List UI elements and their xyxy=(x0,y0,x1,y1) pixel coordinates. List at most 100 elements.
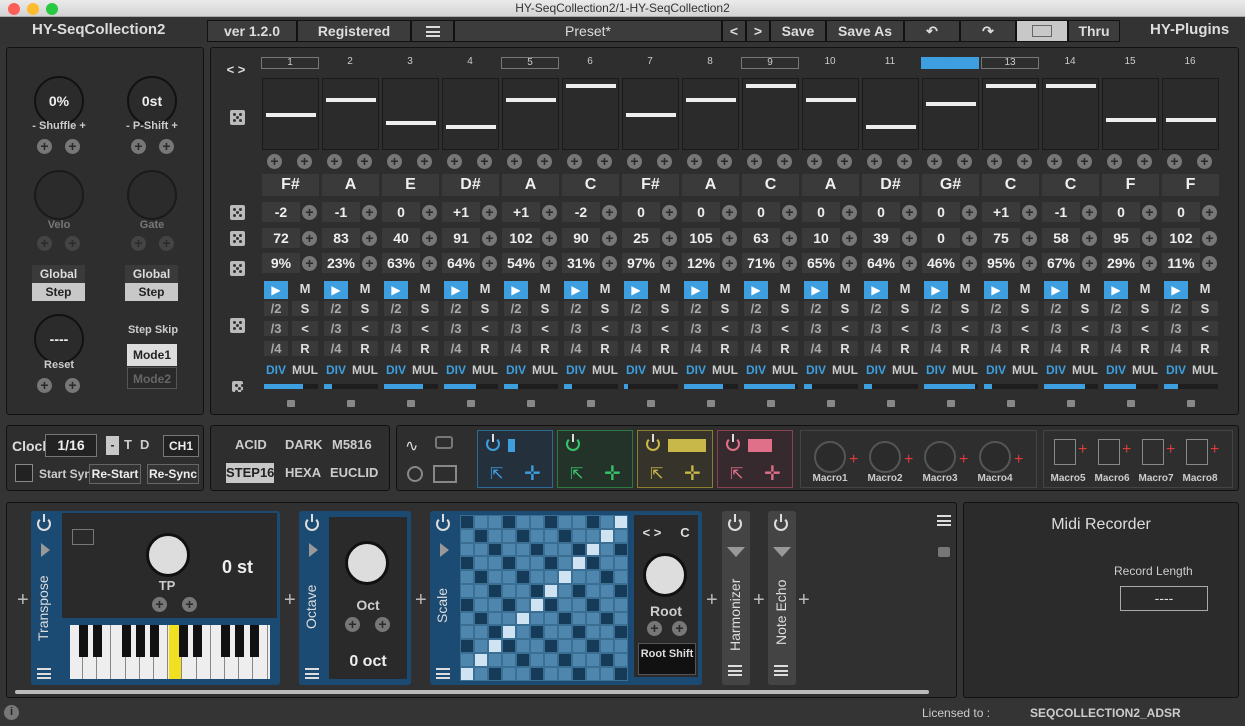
scale-cell[interactable] xyxy=(503,543,515,556)
module-menu-icon[interactable] xyxy=(728,665,742,676)
step-mode-button[interactable]: < xyxy=(712,321,738,336)
scale-cell[interactable] xyxy=(601,667,613,680)
add-mod-button[interactable]: + xyxy=(65,378,80,393)
step-mode-button[interactable]: R xyxy=(1192,341,1218,356)
scale-cell[interactable] xyxy=(601,654,613,666)
record-length-field[interactable]: ---- xyxy=(1120,586,1208,611)
lfo-icon[interactable]: ∿ xyxy=(405,436,418,456)
step-mode-button[interactable]: R xyxy=(352,341,378,356)
scale-cell-active[interactable] xyxy=(559,571,571,583)
scale-cell[interactable] xyxy=(587,557,599,570)
scale-cell[interactable] xyxy=(573,640,585,652)
step-mode-button[interactable]: S xyxy=(832,301,858,316)
add-mod-button[interactable]: + xyxy=(627,154,642,169)
step-mode-button[interactable]: < xyxy=(772,321,798,336)
step-divide-button[interactable]: /4 xyxy=(264,341,288,356)
step-octave[interactable]: 0 xyxy=(382,202,420,222)
step-divide-button[interactable]: /2 xyxy=(444,301,468,316)
step-play-toggle[interactable]: ▶ xyxy=(1164,281,1188,299)
step-button-1[interactable]: Step xyxy=(32,283,85,301)
lock-icon[interactable] xyxy=(467,400,475,407)
step-octave-mod-button[interactable]: + xyxy=(842,205,857,220)
step-divide-button[interactable]: /4 xyxy=(924,341,948,356)
scale-cell[interactable] xyxy=(475,612,487,625)
step-play-toggle[interactable]: ▶ xyxy=(744,281,768,299)
step-divide-button[interactable]: /2 xyxy=(804,301,828,316)
step-number[interactable]: 7 xyxy=(621,57,679,69)
step-mul-button[interactable]: MUL xyxy=(830,363,860,377)
step-divide-button[interactable]: /3 xyxy=(564,321,588,336)
step-octave-mod-button[interactable]: + xyxy=(662,205,677,220)
step-velocity[interactable]: 63 xyxy=(742,228,780,248)
step-octave-mod-button[interactable]: + xyxy=(1202,205,1217,220)
scale-cell[interactable] xyxy=(503,516,515,528)
scale-cell[interactable] xyxy=(489,543,501,556)
scale-cell[interactable] xyxy=(531,612,543,625)
piano-black-key[interactable] xyxy=(79,625,89,657)
step-number[interactable]: 10 xyxy=(801,57,859,69)
power-icon[interactable] xyxy=(646,434,660,451)
step-mode-button[interactable]: R xyxy=(772,341,798,356)
scale-cell[interactable] xyxy=(503,598,515,611)
add-mod-button[interactable]: + xyxy=(37,236,52,251)
scale-cell[interactable] xyxy=(601,626,613,639)
scale-cell[interactable] xyxy=(517,640,529,652)
step-probability[interactable]: 12% xyxy=(682,253,720,273)
scale-cell-active[interactable] xyxy=(587,543,599,556)
add-mod-button[interactable]: + xyxy=(297,154,312,169)
scale-cell[interactable] xyxy=(601,571,613,583)
step-octave[interactable]: 0 xyxy=(622,202,660,222)
step-octave-mod-button[interactable]: + xyxy=(962,205,977,220)
scale-cell[interactable] xyxy=(615,557,627,570)
add-macro-target-icon[interactable]: + xyxy=(1210,441,1219,459)
macro8-button[interactable] xyxy=(1186,439,1208,465)
step-divide-button[interactable]: /3 xyxy=(684,321,708,336)
add-mod-button[interactable]: + xyxy=(927,154,942,169)
piano-black-key[interactable] xyxy=(178,625,188,657)
step-value-bar[interactable] xyxy=(1046,84,1096,89)
step-velocity[interactable]: 83 xyxy=(322,228,360,248)
piano-black-key[interactable] xyxy=(121,625,131,657)
step-mode-button[interactable]: R xyxy=(412,341,438,356)
scale-cell[interactable] xyxy=(531,585,543,597)
power-icon[interactable] xyxy=(728,514,742,531)
scale-cell[interactable] xyxy=(587,529,599,542)
step-number[interactable]: 9 xyxy=(741,57,799,69)
mode1-button[interactable]: Mode1 xyxy=(127,344,177,366)
collapse-icon[interactable] xyxy=(309,543,318,557)
scale-cell[interactable] xyxy=(503,654,515,666)
scale-cell-active[interactable] xyxy=(573,557,585,570)
add-mod-button[interactable]: + xyxy=(152,597,167,612)
step-div-button[interactable]: DIV xyxy=(262,363,290,377)
step-divide-button[interactable]: /4 xyxy=(1104,341,1128,356)
step-play-toggle[interactable]: ▶ xyxy=(324,281,348,299)
step-velocity-mod-button[interactable]: + xyxy=(482,231,497,246)
scale-cell[interactable] xyxy=(475,640,487,652)
scale-cell[interactable] xyxy=(489,598,501,611)
minimize-window-button[interactable] xyxy=(27,3,39,15)
scale-cell[interactable] xyxy=(517,585,529,597)
scale-cell[interactable] xyxy=(503,667,515,680)
step-probability[interactable]: 64% xyxy=(442,253,480,273)
step-velocity-mod-button[interactable]: + xyxy=(902,231,917,246)
step-octave[interactable]: +1 xyxy=(982,202,1020,222)
mode-dark[interactable]: DARK xyxy=(285,437,323,452)
step-div-button[interactable]: DIV xyxy=(1102,363,1130,377)
step-probability[interactable]: 11% xyxy=(1162,253,1200,273)
scale-cell[interactable] xyxy=(475,543,487,556)
scale-cell[interactable] xyxy=(503,585,515,597)
scale-cell[interactable] xyxy=(573,571,585,583)
step-value-box[interactable] xyxy=(1102,78,1159,150)
piano-black-key[interactable] xyxy=(93,625,103,657)
step-value-box[interactable] xyxy=(1162,78,1219,150)
step-mute-button[interactable]: M xyxy=(892,281,918,296)
step-octave[interactable]: -2 xyxy=(262,202,300,222)
preset-prev-button[interactable]: < xyxy=(722,20,746,42)
power-icon[interactable] xyxy=(305,514,319,531)
insert-module-button[interactable]: + xyxy=(17,589,29,612)
add-target-icon[interactable]: ✛ xyxy=(684,461,701,486)
step-value-box[interactable] xyxy=(862,78,919,150)
step-probability-mod-button[interactable]: + xyxy=(962,256,977,271)
add-mod-button[interactable]: + xyxy=(1077,154,1092,169)
scale-cell[interactable] xyxy=(587,667,599,680)
